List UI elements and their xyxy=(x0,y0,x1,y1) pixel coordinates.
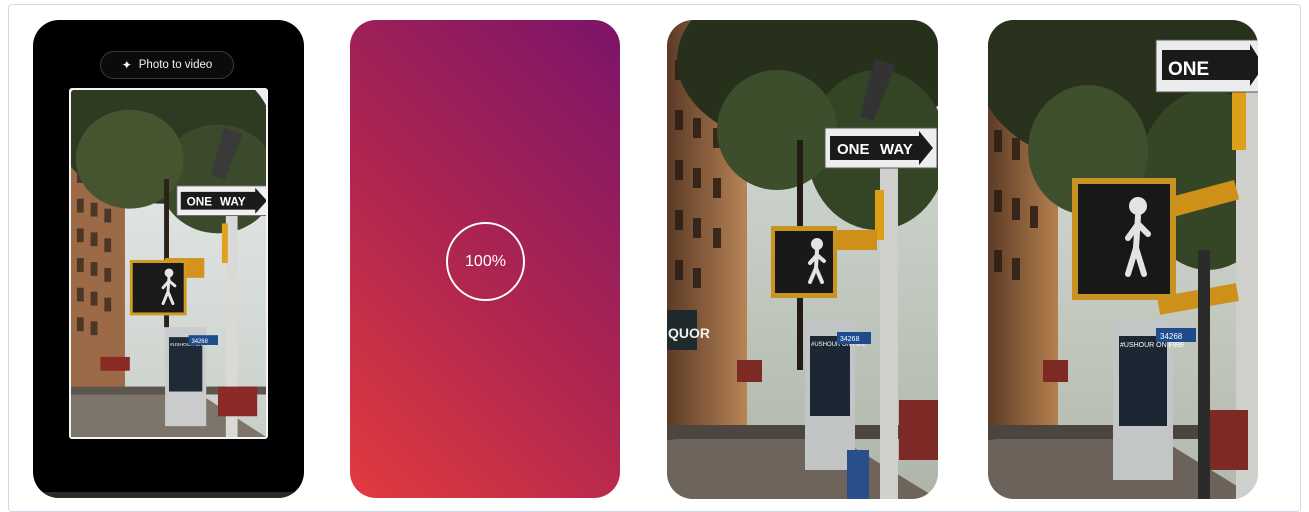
generation-progress-panel: 100% xyxy=(350,20,620,498)
one-way-sign: ONE WAY xyxy=(824,127,938,169)
one-way-sign: ONE xyxy=(1155,39,1258,93)
svg-text:QUOR: QUOR xyxy=(668,325,710,341)
progress-label: 100% xyxy=(465,252,506,270)
crop-frame[interactable]: ONE WAY #USHOUR ON FIRE 34268 xyxy=(69,88,268,439)
progress-ring: 100% xyxy=(446,222,525,301)
phone-editor-panel: ✦ Photo to video ONE WAY #USHOUR ON FIRE… xyxy=(33,20,304,498)
street-video-frame: QUOR ONE WAY #USHOUR ON FIRE 34268 xyxy=(667,20,938,499)
sparkle-icon: ✦ xyxy=(121,58,132,72)
street-photo: ONE WAY #USHOUR ON FIRE 34268 xyxy=(71,90,266,437)
svg-text:34268: 34268 xyxy=(1160,332,1183,341)
photo-to-video-button[interactable]: ✦ Photo to video xyxy=(100,51,234,79)
street-video-frame-zoomed: ONE #USHOUR ON FIRE 34268 xyxy=(988,20,1258,499)
svg-text:34268: 34268 xyxy=(192,339,209,345)
photo-to-video-label: Photo to video xyxy=(138,59,213,71)
svg-text:WAY: WAY xyxy=(880,141,913,158)
svg-text:ONE: ONE xyxy=(1168,59,1209,80)
video-frame-2: ONE #USHOUR ON FIRE 34268 xyxy=(988,20,1258,499)
svg-text:#USHOUR ON FIRE: #USHOUR ON FIRE xyxy=(1120,342,1185,349)
home-indicator-bar xyxy=(33,492,304,498)
one-way-sign: ONE WAY xyxy=(176,185,266,217)
svg-text:WAY: WAY xyxy=(220,195,246,209)
svg-text:34268: 34268 xyxy=(840,336,860,343)
svg-text:ONE: ONE xyxy=(187,195,213,209)
svg-text:ONE: ONE xyxy=(837,141,870,158)
video-frame-1: QUOR ONE WAY #USHOUR ON FIRE 34268 xyxy=(667,20,938,499)
